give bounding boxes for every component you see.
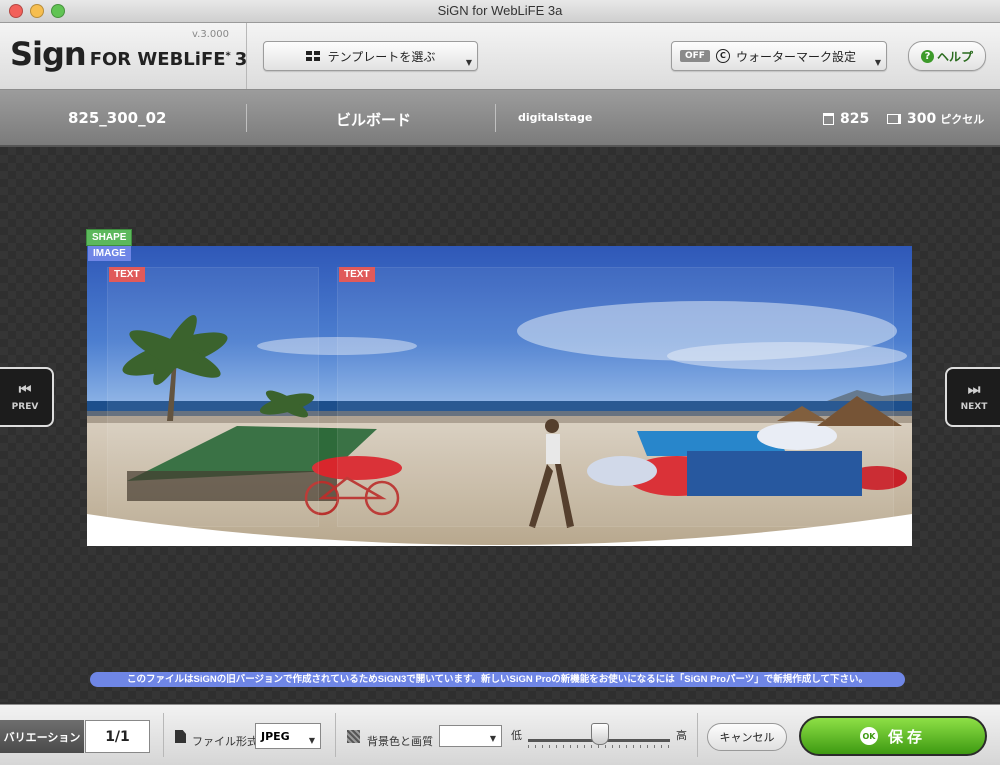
text-layer-tag-right[interactable]: TEXT [339,267,375,282]
background-pattern-icon [347,730,360,743]
cancel-button[interactable]: キャンセル [707,723,787,751]
ok-icon: OK [859,727,878,745]
text-area-left[interactable] [107,267,319,527]
watermark-toggle[interactable]: OFF [680,50,710,62]
divider [246,104,247,132]
dropdown-arrow-icon: ▼ [465,58,472,67]
window-title: SiGN for WebLiFE 3a [437,3,563,18]
help-label: ヘルプ [936,49,973,64]
bottom-bar: バリエーション 1/1 ファイル形式 JPEG ▼ 背景色と画質 ▼ 低 高 キ… [0,704,1000,765]
template-select-button[interactable]: テンプレートを選ぶ ▼ [263,41,478,71]
width-readout: 825 [823,111,869,127]
prev-button[interactable]: ⏮ PREV [0,367,54,427]
quality-high-label: 高 [676,729,687,742]
file-format-value: JPEG [261,729,290,743]
watermark-settings-button[interactable]: OFF C ウォーターマーク設定 ▼ [671,41,887,71]
watermark-settings-label: ウォーターマーク設定 [735,49,856,64]
shape-layer-tag[interactable]: SHAPE [86,229,133,246]
quality-slider-ticks [528,745,670,748]
file-icon [175,730,186,743]
template-grid-icon [305,51,320,61]
divider [163,713,164,757]
file-format-label: ファイル形式 [192,735,258,748]
divider [697,713,698,757]
title-bar: SiGN for WebLiFE 3a [0,0,1000,23]
dropdown-arrow-icon: ▼ [489,734,496,743]
next-button[interactable]: ⏭ NEXT [945,367,1000,427]
template-category: ビルボード [336,111,412,129]
quality-low-label: 低 [511,729,522,742]
version-label: v.3.000 [192,29,229,40]
save-button[interactable]: OK 保存 [799,716,987,756]
prev-label: PREV [11,402,39,412]
divider [246,23,247,89]
legacy-version-notice: このファイルはSiGNの旧バージョンで作成されているためSiGN3で開いています… [90,672,905,687]
background-color-select[interactable]: ▼ [439,725,502,747]
file-name: 825_300_02 [68,109,167,127]
info-bar: 825_300_02 ビルボード digitalstage 825 300 ピクセ… [0,90,1000,147]
author-name: digitalstage [518,111,593,124]
text-layer-tag-left[interactable]: TEXT [109,267,145,282]
skip-back-icon: ⏮ [18,382,32,398]
variation-label: バリエーション [0,720,84,753]
editor-canvas: SHAPE IMAGE TEXT TEXT ⏮ PREV ⏭ NEXT このファ… [0,147,1000,702]
height-icon [887,114,901,124]
dropdown-arrow-icon: ▼ [308,736,315,745]
file-format-select[interactable]: JPEG ▼ [255,723,321,749]
width-icon [823,113,834,125]
divider [335,713,336,757]
quality-slider-thumb[interactable] [591,723,609,745]
background-quality-label: 背景色と画質 [367,735,433,748]
copyright-icon: C [715,49,730,63]
save-label: 保存 [887,727,926,746]
text-area-right[interactable] [337,267,894,527]
app-logo: Sign FOR WEBLiFE* 3 [10,35,248,73]
help-button[interactable]: ? ヘルプ [908,41,986,71]
dropdown-arrow-icon: ▼ [874,58,881,67]
image-layer-tag[interactable]: IMAGE [88,246,131,261]
divider [495,104,496,132]
next-label: NEXT [960,402,988,412]
template-select-label: テンプレートを選ぶ [327,49,436,64]
height-readout: 300 ピクセル [887,111,984,127]
help-icon: ? [920,49,934,63]
variation-counter[interactable]: 1/1 [85,720,150,753]
toolbar: Sign FOR WEBLiFE* 3 v.3.000 テンプレートを選ぶ ▼ OF… [0,23,1000,90]
skip-forward-icon: ⏭ [967,382,981,398]
